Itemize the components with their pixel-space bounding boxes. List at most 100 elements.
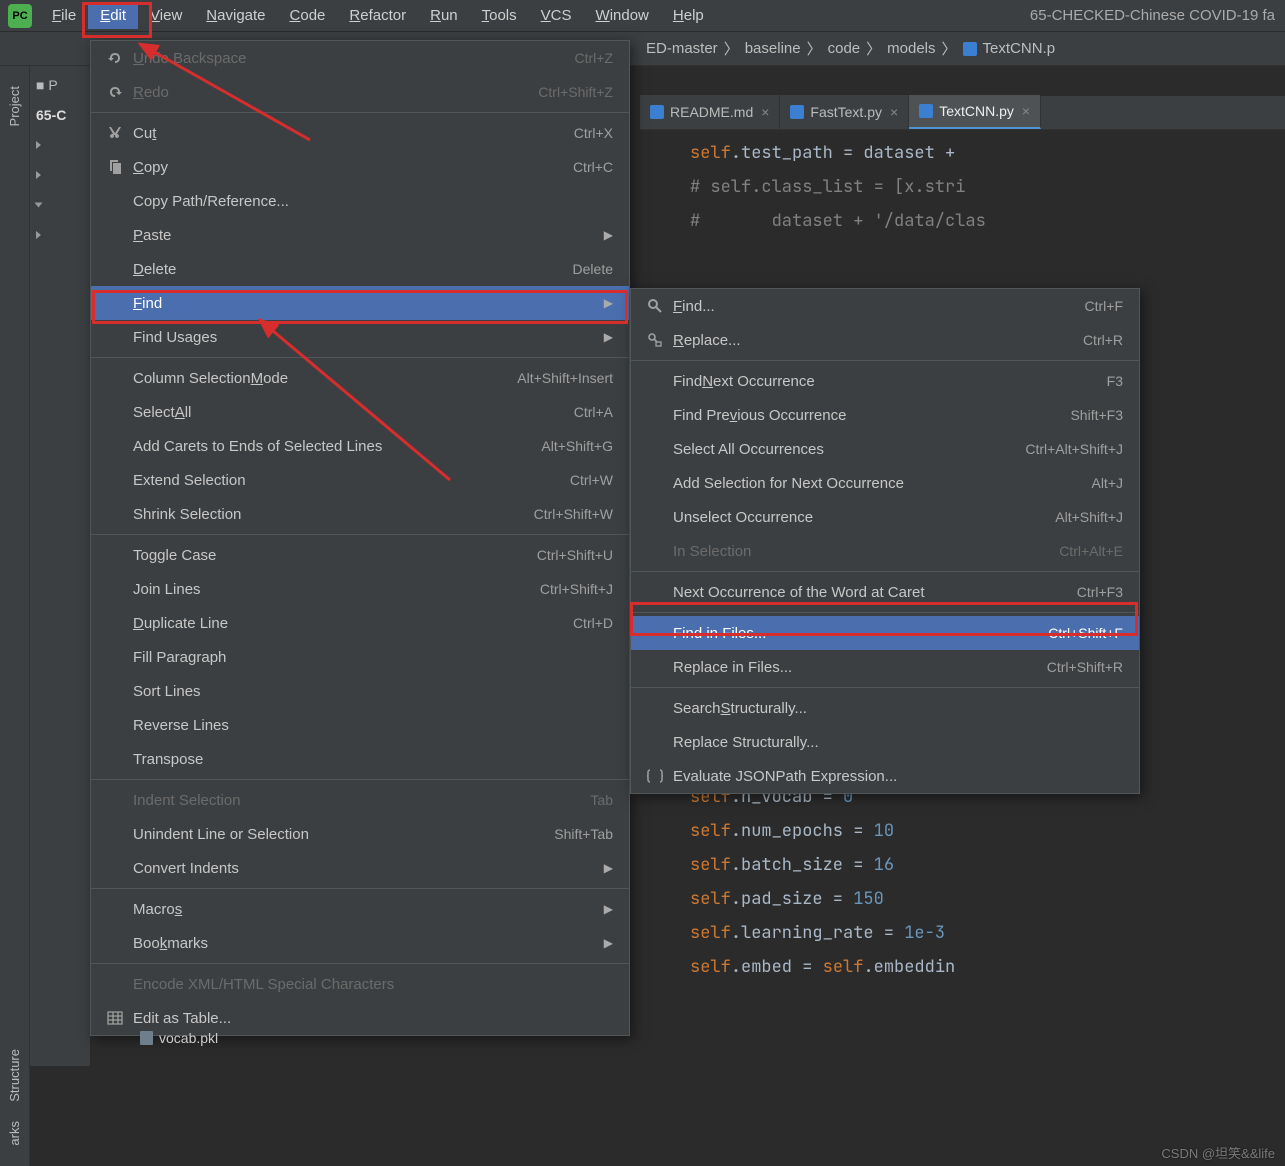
menu-item-select-all[interactable]: Select AllCtrl+A [91,395,629,429]
py-icon [790,105,804,119]
menu-run[interactable]: Run [418,2,470,29]
menu-item-label: Unselect Occurrence [673,509,1055,526]
editor-tab-textcnn-py[interactable]: TextCNN.py × [909,95,1041,129]
tree-file-item[interactable]: vocab.pkl [140,1030,218,1046]
menu-item-label: Find... [673,298,1085,315]
menu-item-find-usages[interactable]: Find Usages▶ [91,320,629,354]
project-tree[interactable]: ■ P 65-C [30,66,90,1066]
shortcut-label: Ctrl+Shift+U [537,547,613,563]
menu-item-shrink-selection[interactable]: Shrink SelectionCtrl+Shift+W [91,497,629,531]
menu-item-copy[interactable]: CopyCtrl+C [91,150,629,184]
menu-item-copy-path-reference-[interactable]: Copy Path/Reference... [91,184,629,218]
menu-item-replace-in-files-[interactable]: Replace in Files...Ctrl+Shift+R [631,650,1139,684]
menu-item-column-selection-mode[interactable]: Column Selection ModeAlt+Shift+Insert [91,361,629,395]
menu-item-label: Cut [133,125,574,142]
menu-item-join-lines[interactable]: Join LinesCtrl+Shift+J [91,572,629,606]
menu-item-bookmarks[interactable]: Bookmarks▶ [91,926,629,960]
shortcut-label: Ctrl+Z [575,50,614,66]
tab-label: TextCNN.py [939,103,1014,119]
close-icon[interactable]: × [761,104,769,120]
menu-item-indent-selection: Indent SelectionTab [91,783,629,817]
menu-code[interactable]: Code [278,2,338,29]
menu-view[interactable]: View [138,2,194,29]
menu-item-cut[interactable]: CutCtrl+X [91,116,629,150]
menu-item-select-all-occurrences[interactable]: Select All OccurrencesCtrl+Alt+Shift+J [631,432,1139,466]
menu-item-find-[interactable]: Find...Ctrl+F [631,289,1139,323]
menu-item-search-structurally-[interactable]: Search Structurally... [631,691,1139,725]
breadcrumb-item[interactable]: code [822,40,867,57]
menu-item-redo: RedoCtrl+Shift+Z [91,75,629,109]
menu-item-toggle-case[interactable]: Toggle CaseCtrl+Shift+U [91,538,629,572]
chevron-right-icon[interactable] [36,171,41,179]
chevron-down-icon[interactable] [35,203,43,208]
menu-vcs[interactable]: VCS [529,2,584,29]
replace-icon [647,332,665,348]
structure-tool-label[interactable]: Structure [7,1049,22,1102]
menu-item-add-selection-for-next-occurrence[interactable]: Add Selection for Next OccurrenceAlt+J [631,466,1139,500]
breadcrumb-item[interactable]: TextCNN.p [957,40,1062,57]
menu-item-find-previous-occurrence[interactable]: Find Previous OccurrenceShift+F3 [631,398,1139,432]
menu-item-unindent-line-or-selection[interactable]: Unindent Line or SelectionShift+Tab [91,817,629,851]
menu-item-add-carets-to-ends-of-selected-lines[interactable]: Add Carets to Ends of Selected LinesAlt+… [91,429,629,463]
menu-item-label: Evaluate JSONPath Expression... [673,768,1123,785]
menu-item-find-next-occurrence[interactable]: Find Next OccurrenceF3 [631,364,1139,398]
menu-help[interactable]: Help [661,2,716,29]
editor-tab-fasttext-py[interactable]: FastText.py× [780,95,909,129]
menu-item-macros[interactable]: Macros▶ [91,892,629,926]
menu-item-label: Find Usages [133,329,594,346]
chevron-right-icon[interactable] [36,141,41,149]
menu-navigate[interactable]: Navigate [194,2,277,29]
menu-item-label: Find in Files... [673,625,1048,642]
chevron-right-icon[interactable] [36,231,41,239]
breadcrumb-item[interactable]: ED-master [640,40,724,57]
menu-item-label: Select All [133,404,574,421]
shortcut-label: Ctrl+Shift+R [1047,659,1123,675]
shortcut-label: Shift+F3 [1070,407,1123,423]
watermark: CSDN @坦笑&&life [1161,1143,1275,1162]
menu-item-find-in-files-[interactable]: Find in Files...Ctrl+Shift+F [631,616,1139,650]
submenu-arrow-icon: ▶ [604,861,613,875]
editor-tab-readme-md[interactable]: README.md× [640,95,780,129]
menu-item-fill-paragraph[interactable]: Fill Paragraph [91,640,629,674]
close-icon[interactable]: × [890,104,898,120]
menu-item-paste[interactable]: Paste ▶ [91,218,629,252]
menu-item-duplicate-line[interactable]: Duplicate LineCtrl+D [91,606,629,640]
menu-item-label: Fill Paragraph [133,649,613,666]
menu-item-delete[interactable]: DeleteDelete [91,252,629,286]
menu-item-label: Copy Path/Reference... [133,193,613,210]
breadcrumb-item[interactable]: baseline [739,40,807,57]
submenu-arrow-icon: ▶ [604,296,613,310]
menu-item-replace-structurally-[interactable]: Replace Structurally... [631,725,1139,759]
tree-root[interactable]: 65-C [36,107,66,123]
project-title: ■ P [36,77,58,93]
menu-window[interactable]: Window [584,2,661,29]
menu-item-reverse-lines[interactable]: Reverse Lines [91,708,629,742]
menu-item-next-occurrence-of-the-word-at-caret[interactable]: Next Occurrence of the Word at CaretCtrl… [631,575,1139,609]
project-tool-label[interactable]: Project [7,86,22,126]
find-submenu-dropdown: Find...Ctrl+FReplace...Ctrl+R Find Next O… [630,288,1140,794]
menu-item-label: Paste [133,227,594,244]
bookmarks-tool-label[interactable]: arks [7,1121,22,1146]
menu-item-label: Redo [133,84,538,101]
menu-item-encode-xml-html-special-characters: Encode XML/HTML Special Characters [91,967,629,1001]
submenu-arrow-icon: ▶ [604,936,613,950]
shortcut-label: Alt+Shift+G [541,438,613,454]
menu-item-find[interactable]: Find▶ [91,286,629,320]
breadcrumb-item[interactable]: models [881,40,941,57]
menu-item-label: Duplicate Line [133,615,573,632]
menu-refactor[interactable]: Refactor [337,2,418,29]
menu-item-unselect-occurrence[interactable]: Unselect OccurrenceAlt+Shift+J [631,500,1139,534]
submenu-arrow-icon: ▶ [604,228,613,242]
menu-item-transpose[interactable]: Transpose [91,742,629,776]
shortcut-label: Ctrl+A [574,404,613,420]
menu-item-replace-[interactable]: Replace...Ctrl+R [631,323,1139,357]
menu-item-convert-indents[interactable]: Convert Indents▶ [91,851,629,885]
menu-file[interactable]: File [40,2,88,29]
menu-tools[interactable]: Tools [470,2,529,29]
menu-item-sort-lines[interactable]: Sort Lines [91,674,629,708]
menu-item-label: Delete [133,261,573,278]
close-icon[interactable]: × [1022,103,1030,119]
menu-item-evaluate-jsonpath-expression-[interactable]: Evaluate JSONPath Expression... [631,759,1139,793]
menu-item-extend-selection[interactable]: Extend SelectionCtrl+W [91,463,629,497]
menu-edit[interactable]: Edit [88,2,138,29]
